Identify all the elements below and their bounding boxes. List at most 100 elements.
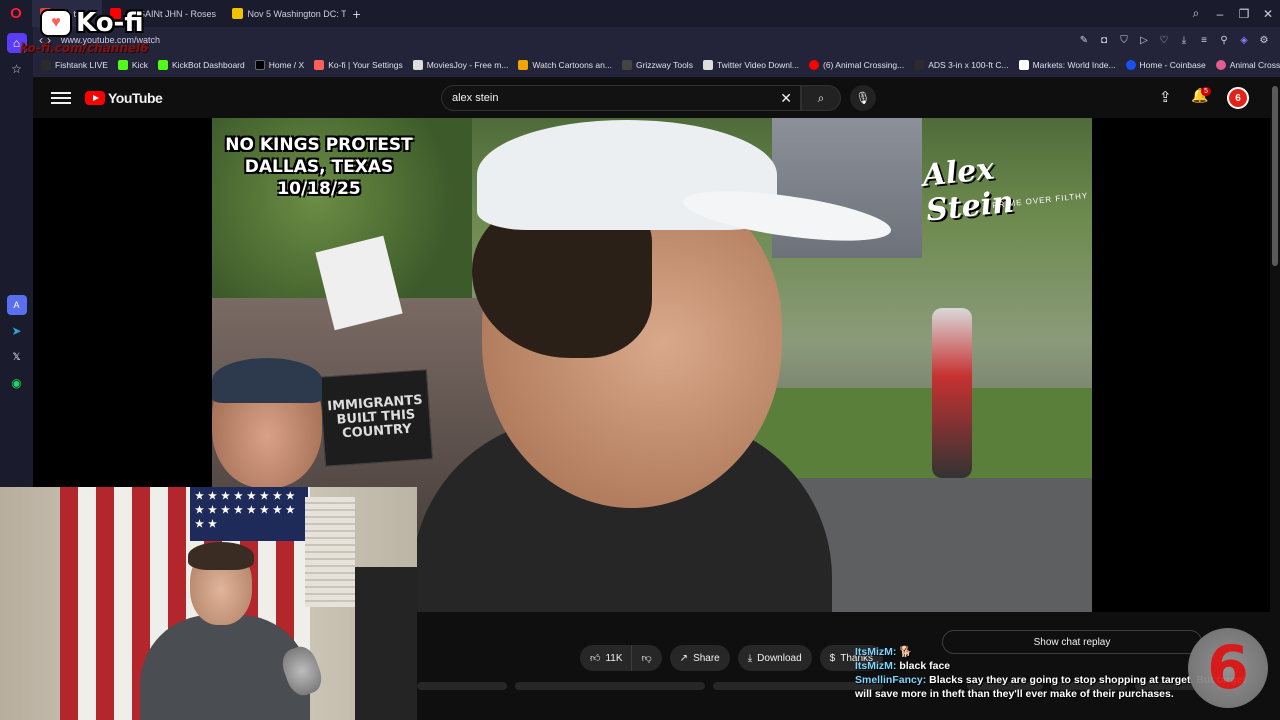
play-icon[interactable]: ▷	[1136, 35, 1152, 46]
video-title-line: DALLAS, TEXAS	[244, 157, 394, 178]
bookmark-label: Fishtank LIVE	[55, 60, 108, 70]
youtube-header: YouTube alex stein ✕ ⌕ 🎙 ⇪ 🔔 5 6	[33, 78, 1280, 118]
youtube-icon	[809, 60, 819, 70]
spotify-icon[interactable]: ◉	[7, 373, 27, 393]
coinbase-icon	[1125, 60, 1136, 70]
youtube-play-icon	[85, 91, 105, 105]
share-button[interactable]: ↗ Share	[669, 645, 730, 671]
tab-3[interactable]: Nov 5 Washington DC: Tr...	[224, 0, 346, 27]
menu-icon[interactable]: ≡	[1196, 35, 1212, 46]
search-button[interactable]: ⌕	[801, 85, 841, 111]
webcam-flag-stars: ★ ★ ★ ★ ★ ★ ★ ★ ★ ★ ★ ★ ★ ★ ★ ★ ★ ★	[190, 487, 308, 541]
bookmark-item[interactable]: KickBot Dashboard	[157, 60, 245, 70]
edit-icon[interactable]: ✎	[1076, 35, 1092, 46]
search-icon: ⌕	[817, 90, 825, 105]
tools-icon	[621, 60, 632, 70]
search-input[interactable]: alex stein ✕	[441, 85, 801, 111]
bookmark-label: ADS 3-in x 100-ft C...	[928, 60, 1009, 70]
kick-icon	[157, 60, 168, 70]
upload-icon[interactable]: ⇪	[1159, 88, 1172, 106]
browser-tab-strip: O ...at the... (5) SAINt JHN - Roses Nov…	[0, 0, 1280, 27]
bookmark-item[interactable]: Twitter Video Downl...	[702, 60, 799, 70]
microphone-icon: 🎙	[855, 91, 871, 105]
close-icon[interactable]: ✕	[1256, 7, 1280, 21]
bookmark-item[interactable]: (6) Animal Crossing...	[809, 60, 904, 70]
download-label: Download	[757, 652, 802, 664]
download-button[interactable]: ⤓ Download	[737, 645, 812, 671]
thanks-icon: $	[829, 652, 836, 664]
scrollbar-thumb[interactable]	[1272, 86, 1278, 266]
bookmark-item[interactable]: Kick	[117, 60, 148, 70]
address-tools: ✎ ◘ ⛉ ▷ ♡ ⤓ ≡ ⚲ ◈ ⚙	[1076, 35, 1280, 46]
sign-line: COUNTRY	[341, 421, 413, 442]
bookmark-item[interactable]: ADS 3-in x 100-ft C...	[914, 60, 1009, 70]
bookmark-item[interactable]: Markets: World Inde...	[1018, 60, 1116, 70]
telegram-icon[interactable]: ➤	[7, 321, 27, 341]
like-button[interactable]: 👍︎ 11K	[580, 645, 631, 671]
x-icon[interactable]: 𝕏	[7, 347, 27, 367]
bookmarks-bar: Fishtank LIVE Kick KickBot Dashboard Hom…	[33, 53, 1280, 78]
star-icon[interactable]: ☆	[7, 59, 27, 79]
search-input-value: alex stein	[452, 92, 499, 104]
avatar[interactable]: 6	[1227, 87, 1249, 109]
page-icon	[412, 60, 423, 70]
settings-icon[interactable]: ⚙	[1256, 35, 1272, 46]
thumbs-up-icon: 👍︎	[590, 653, 601, 664]
video-watermark: Alex Stein	[920, 151, 1016, 229]
chip[interactable]	[515, 682, 705, 690]
share-label: Share	[693, 652, 720, 664]
restore-icon[interactable]: ❐	[1232, 7, 1256, 21]
bookmark-item[interactable]: MoviesJoy - Free m...	[412, 60, 509, 70]
bookmark-label: Animal Crossing: Ne...	[1229, 60, 1280, 70]
opera-logo-icon[interactable]: O	[0, 0, 32, 27]
voice-search-button[interactable]: 🎙	[850, 85, 876, 111]
hamburger-menu-icon[interactable]	[51, 92, 71, 104]
ft-icon	[1018, 60, 1029, 70]
bookmark-item[interactable]: Watch Cartoons an...	[518, 60, 612, 70]
webcam-dark-area	[355, 567, 417, 720]
chip[interactable]	[417, 682, 507, 690]
leaf-icon	[1215, 60, 1226, 70]
bookmark-item[interactable]: Grizzway Tools	[621, 60, 693, 70]
camera-icon[interactable]: ◘	[1096, 35, 1112, 46]
tab-label: Nov 5 Washington DC: Tr...	[247, 8, 346, 19]
youtube-logo[interactable]: YouTube	[85, 90, 163, 106]
video-actions: 👍︎ 11K 👎︎ ↗ Share ⤓ Download $ Thanks	[580, 645, 884, 671]
shield-icon[interactable]: ⛉	[1116, 35, 1132, 46]
search-tabs-icon[interactable]: ⌕	[1184, 6, 1208, 21]
new-tab-button[interactable]: +	[346, 0, 368, 27]
bookmark-label: Watch Cartoons an...	[532, 60, 612, 70]
channel-logo: 6	[1188, 628, 1268, 708]
minimize-icon[interactable]: –	[1208, 7, 1232, 21]
x-icon	[254, 60, 265, 70]
heart-icon[interactable]: ♡	[1156, 35, 1172, 46]
bookmark-label: MoviesJoy - Free m...	[426, 60, 509, 70]
bookmark-label: Twitter Video Downl...	[716, 60, 799, 70]
video-scene-woman-cap	[212, 358, 322, 403]
extensions-icon[interactable]: ◈	[1236, 35, 1252, 46]
video-title-line: 10/18/25	[277, 179, 361, 200]
bookmark-label: Markets: World Inde...	[1032, 60, 1116, 70]
bookmark-label: KickBot Dashboard	[171, 60, 245, 70]
download-icon[interactable]: ⤓	[1176, 35, 1192, 46]
clear-search-icon[interactable]: ✕	[780, 90, 792, 107]
bookmark-item[interactable]: Ko-fi | Your Settings	[314, 60, 403, 70]
bookmark-item[interactable]: Home / X	[254, 60, 304, 70]
dislike-button[interactable]: 👎︎	[630, 645, 662, 671]
screen: O ...at the... (5) SAINt JHN - Roses Nov…	[0, 0, 1280, 720]
bookmark-item[interactable]: Animal Crossing: Ne...	[1215, 60, 1280, 70]
page-scrollbar[interactable]	[1272, 78, 1278, 720]
download-icon: ⤓	[747, 652, 753, 664]
aria-icon[interactable]: A	[6, 295, 27, 315]
kofi-icon	[314, 60, 325, 70]
page-icon	[702, 60, 713, 70]
bookmark-label: (6) Animal Crossing...	[823, 60, 905, 70]
kofi-text: Ko-fi	[76, 8, 144, 38]
bookmark-item[interactable]: Home - Coinbase	[1125, 60, 1206, 70]
webcam-overlay: ★ ★ ★ ★ ★ ★ ★ ★ ★ ★ ★ ★ ★ ★ ★ ★ ★ ★	[0, 487, 417, 720]
notification-badge: 5	[1201, 87, 1211, 96]
profile-icon[interactable]: ⚲	[1216, 35, 1232, 46]
kofi-overlay: ♥ Ko-fi	[40, 8, 144, 38]
chat-text: 🐕	[899, 646, 913, 658]
bookmark-item[interactable]: Fishtank LIVE	[41, 60, 108, 70]
